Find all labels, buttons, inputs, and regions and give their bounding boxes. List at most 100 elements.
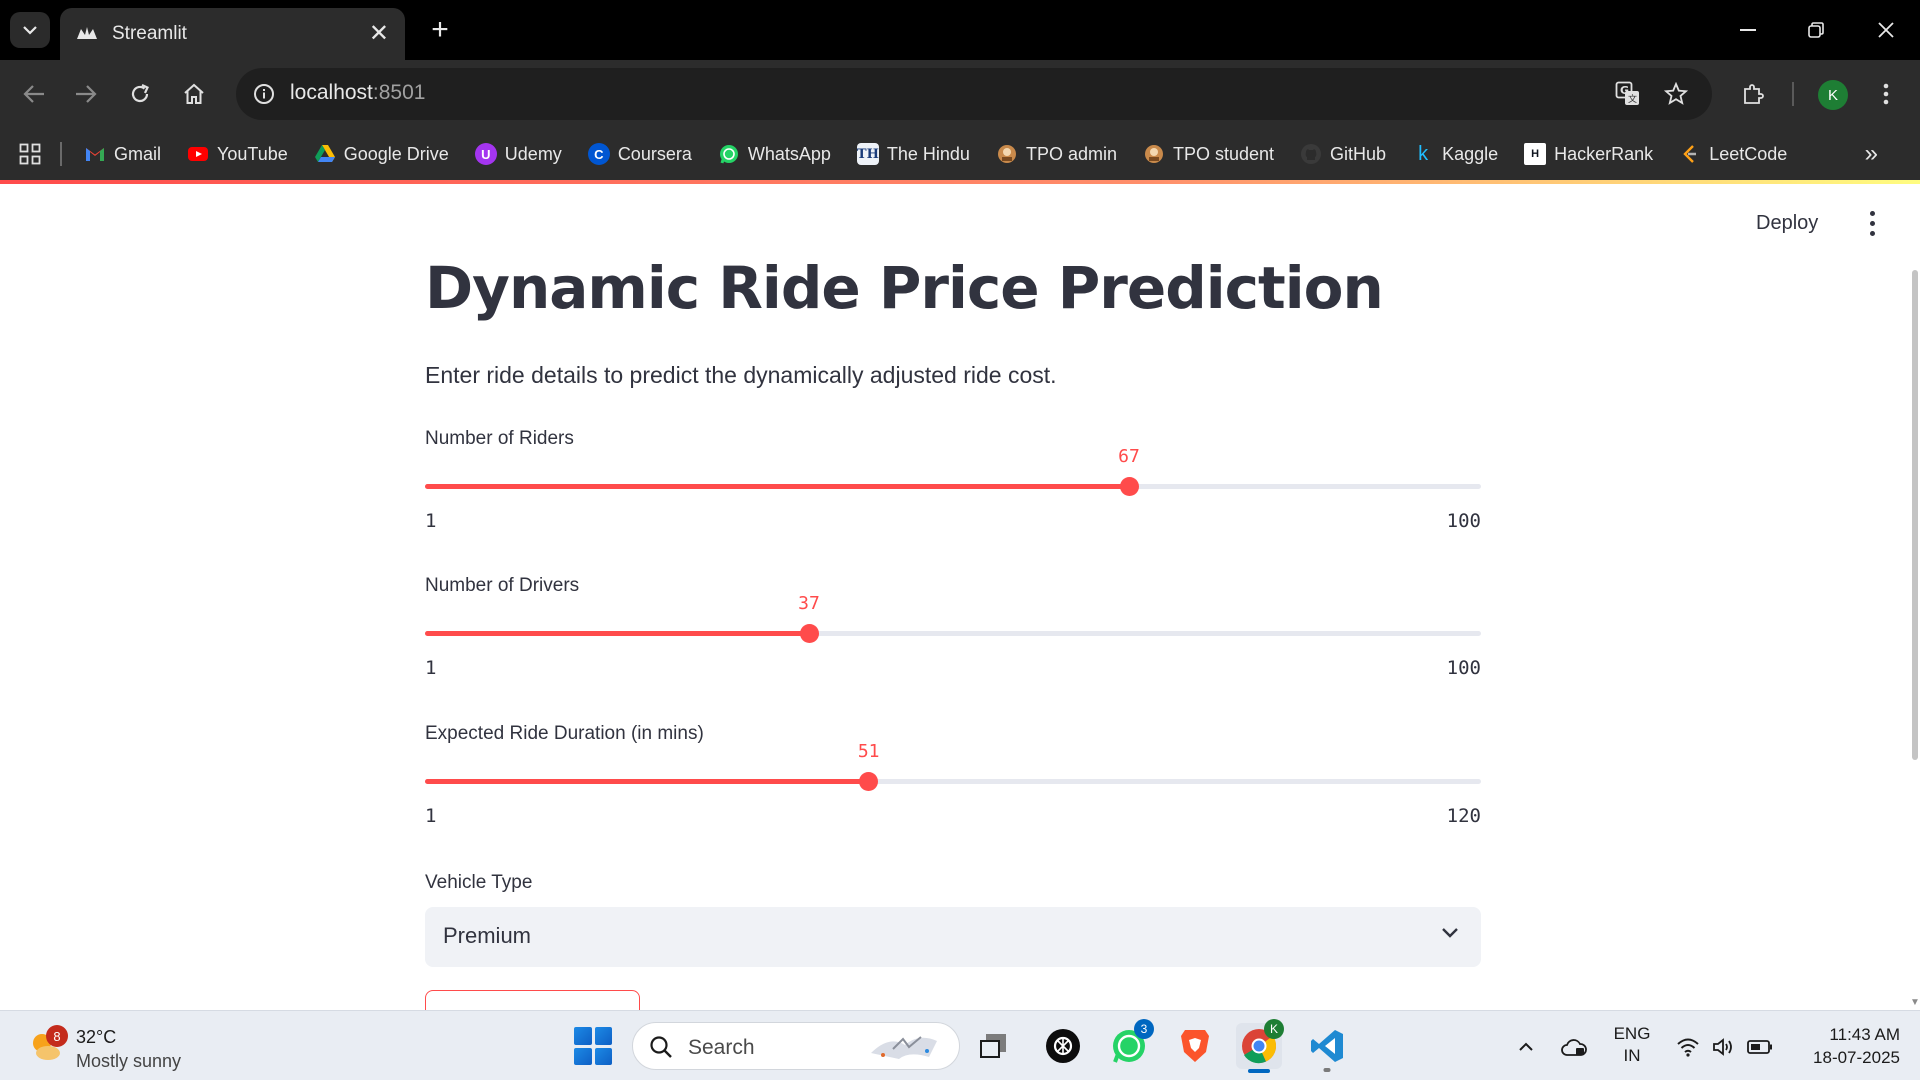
slider-current-value: 51 — [857, 741, 880, 762]
bookmark-kaggle[interactable]: k Kaggle — [1412, 143, 1498, 165]
home-button[interactable] — [174, 74, 214, 114]
bookmark-google-drive[interactable]: Google Drive — [314, 143, 449, 165]
streamlit-app: Deploy Dynamic Ride Price Prediction Ent… — [0, 184, 1920, 1010]
page-title: Dynamic Ride Price Prediction — [425, 254, 1384, 322]
extensions-button[interactable] — [1734, 74, 1774, 114]
bookmark-label: Google Drive — [343, 143, 449, 164]
bookmark-label: TPO admin — [1025, 143, 1117, 164]
slider-min-label: 1 — [425, 657, 437, 679]
bookmark-label: WhatsApp — [747, 143, 831, 164]
slider-max-label: 100 — [1446, 657, 1481, 679]
udemy-icon: U — [474, 143, 497, 165]
close-icon — [1878, 22, 1894, 38]
riders-slider: Number of Riders 67 1 100 — [425, 428, 1481, 538]
slider-label: Number of Riders — [425, 428, 574, 449]
slider-track[interactable] — [425, 484, 1481, 489]
weather-description: Mostly sunny — [76, 1051, 182, 1071]
slider-thumb[interactable] — [1119, 477, 1139, 496]
running-app-indicator — [1323, 1068, 1331, 1072]
bookmark-star-button[interactable] — [1660, 78, 1692, 110]
apps-button[interactable] — [0, 128, 60, 180]
profile-avatar[interactable]: K — [1818, 80, 1848, 110]
minimize-button[interactable] — [1728, 10, 1768, 50]
taskbar-brave[interactable] — [1172, 1023, 1218, 1069]
whatsapp-icon — [719, 145, 738, 164]
scrollbar-thumb[interactable] — [1912, 270, 1918, 760]
address-bar[interactable]: localhost:8501 G文 — [236, 68, 1712, 120]
url-host: localhost — [290, 81, 373, 104]
more-bookmarks-button[interactable]: » — [1865, 140, 1878, 168]
bookmark-leetcode[interactable]: LeetCode — [1679, 143, 1787, 165]
close-tab-icon[interactable]: ✕ — [369, 22, 389, 46]
slider-min-label: 1 — [425, 510, 437, 532]
site-info-button[interactable] — [246, 76, 282, 112]
taskbar-chatgpt[interactable] — [1040, 1023, 1086, 1069]
tab-streamlit[interactable]: Streamlit ✕ — [60, 8, 405, 60]
deploy-button[interactable]: Deploy — [1756, 212, 1818, 235]
browser-menu-button[interactable] — [1866, 74, 1906, 114]
cloud-icon — [1561, 1039, 1587, 1056]
vehicle-type-select[interactable]: Premium — [425, 907, 1481, 967]
slider-fill — [425, 484, 1129, 489]
kaggle-icon: k — [1418, 142, 1429, 165]
taskbar-search[interactable]: Search — [632, 1022, 960, 1070]
search-highlight-illustration — [871, 1036, 937, 1059]
bookmark-label: Coursera — [617, 143, 692, 164]
scroll-down-arrow[interactable]: ▼ — [1910, 997, 1920, 1008]
browser-toolbar: localhost:8501 G文 K — [0, 60, 1920, 128]
whatsapp-notification-badge: 3 — [1134, 1019, 1154, 1039]
bookmark-coursera[interactable]: C Coursera — [587, 143, 692, 165]
search-icon — [650, 1036, 672, 1058]
start-button[interactable] — [574, 1027, 612, 1065]
slider-track[interactable] — [425, 779, 1481, 784]
bookmark-gmail[interactable]: Gmail — [84, 143, 161, 165]
translate-button[interactable]: G文 — [1612, 78, 1644, 110]
bookmark-github[interactable]: GitHub — [1300, 143, 1386, 165]
weather-widget[interactable]: 8 32°C Mostly sunny — [28, 1019, 208, 1073]
close-window-button[interactable] — [1866, 10, 1906, 50]
back-button[interactable] — [14, 74, 54, 114]
reload-button[interactable] — [120, 74, 160, 114]
brave-icon — [1181, 1030, 1209, 1062]
slider-current-value: 67 — [1118, 446, 1140, 467]
bookmark-the-hindu[interactable]: TH The Hindu — [856, 143, 970, 165]
bookmark-udemy[interactable]: U Udemy — [474, 143, 562, 165]
bookmark-whatsapp[interactable]: WhatsApp — [718, 143, 831, 165]
onedrive-tray-button[interactable] — [1560, 1033, 1588, 1061]
bookmark-tpo-admin[interactable]: TPO admin — [996, 143, 1117, 165]
tab-strip: Streamlit ✕ + — [0, 0, 1920, 60]
show-hidden-icons-button[interactable] — [1512, 1033, 1540, 1061]
tab-search-button[interactable] — [10, 12, 50, 48]
input-language-indicator[interactable]: ENG IN — [1612, 1023, 1652, 1067]
new-tab-button[interactable]: + — [422, 12, 458, 48]
duration-slider: Expected Ride Duration (in mins) 51 1 12… — [425, 723, 1481, 833]
system-clock[interactable]: 11:43 AM 18-07-2025 — [1790, 1023, 1900, 1069]
slider-thumb[interactable] — [799, 624, 819, 643]
active-app-indicator — [1248, 1069, 1270, 1073]
slider-thumb[interactable] — [859, 772, 879, 791]
apps-grid-icon — [19, 143, 41, 165]
battery-tray-button[interactable] — [1746, 1033, 1774, 1061]
bookmark-tpo-student[interactable]: TPO student — [1143, 143, 1274, 165]
the-hindu-icon: TH — [856, 143, 879, 165]
taskbar-whatsapp[interactable]: 3 — [1106, 1019, 1154, 1069]
slider-current-value: 37 — [798, 593, 820, 614]
taskbar-vscode[interactable] — [1304, 1023, 1350, 1072]
restore-button[interactable] — [1796, 10, 1836, 50]
bookmark-youtube[interactable]: YouTube — [187, 143, 288, 165]
minimize-icon — [1740, 29, 1756, 31]
forward-button[interactable] — [66, 74, 106, 114]
bookmark-hackerrank[interactable]: H HackerRank — [1524, 143, 1653, 165]
slider-track[interactable] — [425, 631, 1481, 636]
volume-tray-button[interactable] — [1710, 1033, 1738, 1061]
language-code: ENG — [1613, 1024, 1651, 1043]
streamlit-icon — [77, 27, 97, 39]
taskbar-chrome[interactable]: K — [1236, 1019, 1284, 1073]
windows-taskbar: 8 32°C Mostly sunny Search 3 K ENG IN 11… — [0, 1010, 1920, 1080]
slider-fill — [425, 631, 809, 636]
app-menu-button[interactable] — [1860, 206, 1884, 240]
partially-visible-button[interactable] — [425, 990, 640, 1010]
bookmark-label: GitHub — [1330, 143, 1387, 164]
taskbar-task-view[interactable] — [970, 1023, 1016, 1069]
wifi-tray-button[interactable] — [1674, 1033, 1702, 1061]
